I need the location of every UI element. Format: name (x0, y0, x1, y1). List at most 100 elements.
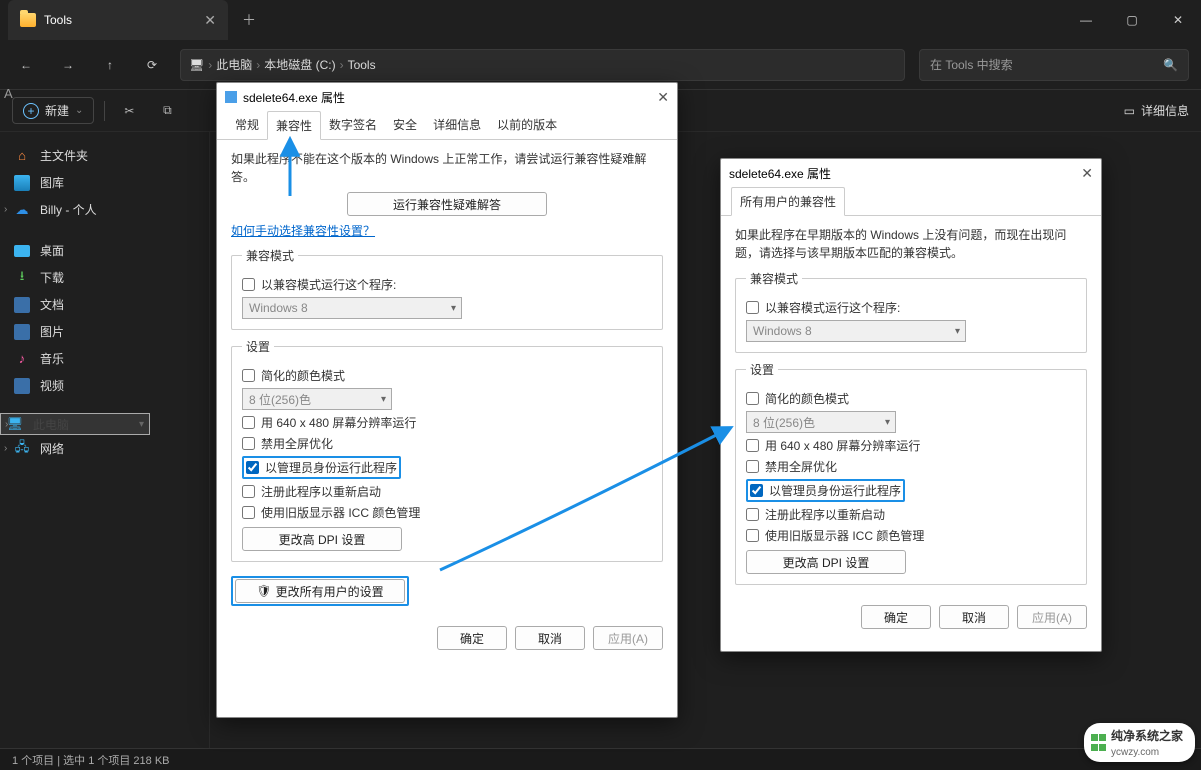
tab-compatibility[interactable]: 兼容性 (267, 111, 321, 140)
music-icon: ♪ (14, 351, 30, 367)
close-icon[interactable]: ✕ (657, 89, 669, 106)
chevron-right-icon[interactable]: › (4, 443, 7, 454)
apply-button[interactable]: 应用(A) (593, 626, 663, 650)
chevron-down-icon: ⌄ (75, 105, 83, 116)
apply-button[interactable]: 应用(A) (1017, 605, 1087, 629)
up-button[interactable]: ↑ (96, 51, 124, 79)
dialog-titlebar[interactable]: sdelete64.exe 属性 ✕ (721, 159, 1101, 187)
folder-icon (20, 13, 36, 27)
chevron-right-icon[interactable]: › (5, 419, 8, 430)
compat-os-select[interactable]: Windows 8 (746, 320, 966, 342)
tab-details[interactable]: 详细信息 (425, 111, 489, 139)
tab-previous-versions[interactable]: 以前的版本 (489, 111, 565, 139)
sidebar-item-thispc[interactable]: ›🖥此电脑 (0, 413, 150, 435)
disable-fullscreen-checkbox[interactable]: 禁用全屏优化 (242, 435, 652, 452)
breadcrumb-drive[interactable]: 本地磁盘 (C:) (264, 56, 335, 73)
breadcrumb-root[interactable]: 此电脑 (216, 56, 252, 73)
new-button[interactable]: + 新建 ⌄ (12, 97, 94, 124)
intro-text: 如果此程序在早期版本的 Windows 上没有问题，而现在出现问题，请选择与该早… (735, 226, 1087, 262)
address-bar[interactable]: 🖥 › 此电脑 › 本地磁盘 (C:) › Tools (180, 49, 905, 81)
maximize-button[interactable]: ▢ (1109, 0, 1155, 40)
run-as-admin-checkbox[interactable]: 以管理员身份运行此程序 (750, 482, 901, 499)
intro-text: 如果此程序不能在这个版本的 Windows 上正常工作，请尝试运行兼容性疑难解答… (231, 150, 663, 186)
high-dpi-button[interactable]: 更改高 DPI 设置 (746, 550, 906, 574)
dialog-titlebar[interactable]: sdelete64.exe 属性 ✕ (217, 83, 677, 111)
sidebar-item-videos[interactable]: 视频 (0, 372, 209, 399)
cancel-button[interactable]: 取消 (515, 626, 585, 650)
sidebar-item-music[interactable]: ♪音乐 (0, 345, 209, 372)
compat-mode-checkbox[interactable]: 以兼容模式运行这个程序: (746, 299, 1076, 316)
compat-os-select[interactable]: Windows 8 (242, 297, 462, 319)
sidebar-item-documents[interactable]: 文档 (0, 291, 209, 318)
picture-icon (14, 324, 30, 340)
legacy-icc-checkbox[interactable]: 使用旧版显示器 ICC 颜色管理 (746, 527, 1076, 544)
properties-dialog: sdelete64.exe 属性 ✕ 常规 兼容性 数字签名 安全 详细信息 以… (216, 82, 678, 718)
chevron-right-icon[interactable]: › (4, 204, 7, 215)
window-tab[interactable]: Tools ✕ (8, 0, 228, 40)
cancel-button[interactable]: 取消 (939, 605, 1009, 629)
register-restart-checkbox[interactable]: 注册此程序以重新启动 (746, 506, 1076, 523)
run-as-admin-checkbox[interactable]: 以管理员身份运行此程序 (246, 459, 397, 476)
status-bar: 1 个项目 | 选中 1 个项目 218 KB (0, 748, 1201, 770)
plus-icon: + (23, 103, 39, 119)
dialog-title: sdelete64.exe 属性 (243, 89, 345, 106)
compat-mode-group: 兼容模式 以兼容模式运行这个程序: Windows 8 (735, 270, 1087, 353)
close-icon[interactable]: ✕ (1081, 165, 1093, 182)
back-button[interactable]: ← (12, 51, 40, 79)
tab-general[interactable]: 常规 (227, 111, 267, 139)
refresh-button[interactable]: ⟳ (138, 51, 166, 79)
close-window-button[interactable]: ✕ (1155, 0, 1201, 40)
breadcrumb-folder[interactable]: Tools (348, 58, 376, 72)
sidebar-item-pictures[interactable]: 图片 (0, 318, 209, 345)
all-users-dialog: sdelete64.exe 属性 ✕ 所有用户的兼容性 如果此程序在早期版本的 … (720, 158, 1102, 652)
sidebar-item-downloads[interactable]: ⭳下载 (0, 264, 209, 291)
reduced-color-checkbox[interactable]: 简化的颜色模式 (242, 367, 652, 384)
all-users-settings-button[interactable]: 🛡 更改所有用户的设置 (235, 579, 405, 603)
lowres-checkbox[interactable]: 用 640 x 480 屏幕分辨率运行 (746, 437, 1076, 454)
reduced-color-checkbox[interactable]: 简化的颜色模式 (746, 390, 1076, 407)
color-depth-select[interactable]: 8 位(256)色 (746, 411, 896, 433)
sidebar-item-network[interactable]: ›🖧网络 (0, 435, 209, 462)
gallery-icon (14, 175, 30, 191)
dialog-title: sdelete64.exe 属性 (729, 165, 831, 182)
color-depth-select[interactable]: 8 位(256)色 (242, 388, 392, 410)
compat-mode-checkbox[interactable]: 以兼容模式运行这个程序: (242, 276, 652, 293)
settings-group: 设置 简化的颜色模式 8 位(256)色 用 640 x 480 屏幕分辨率运行… (231, 338, 663, 562)
details-pane-icon: ▭ (1124, 104, 1135, 118)
monitor-icon: 🖥 (189, 58, 204, 72)
tab-title: Tools (44, 13, 72, 27)
troubleshoot-button[interactable]: 运行兼容性疑难解答 (347, 192, 547, 216)
close-tab-icon[interactable]: ✕ (204, 12, 216, 29)
tab-security[interactable]: 安全 (385, 111, 425, 139)
lowres-checkbox[interactable]: 用 640 x 480 屏幕分辨率运行 (242, 414, 652, 431)
search-input[interactable]: 在 Tools 中搜索 🔍 (919, 49, 1189, 81)
network-icon: 🖧 (14, 441, 30, 457)
watermark-logo-icon (1090, 733, 1105, 752)
sidebar-item-desktop[interactable]: 桌面 (0, 237, 209, 264)
sidebar-item-gallery[interactable]: 图库 (0, 169, 209, 196)
new-tab-button[interactable]: ＋ (242, 10, 256, 30)
watermark-badge: 纯净系统之家 ycwzy.com (1084, 723, 1195, 762)
tab-all-users-compat[interactable]: 所有用户的兼容性 (731, 187, 845, 216)
manual-settings-link[interactable]: 如何手动选择兼容性设置？ (231, 224, 375, 238)
legacy-icc-checkbox[interactable]: 使用旧版显示器 ICC 颜色管理 (242, 504, 652, 521)
copy-button[interactable]: ⧉ (153, 97, 181, 125)
register-restart-checkbox[interactable]: 注册此程序以重新启动 (242, 483, 652, 500)
tab-digital-signatures[interactable]: 数字签名 (321, 111, 385, 139)
tab-strip: 常规 兼容性 数字签名 安全 详细信息 以前的版本 (217, 111, 677, 140)
details-button[interactable]: 详细信息 (1141, 102, 1189, 119)
high-dpi-button[interactable]: 更改高 DPI 设置 (242, 527, 402, 551)
settings-group: 设置 简化的颜色模式 8 位(256)色 用 640 x 480 屏幕分辨率运行… (735, 361, 1087, 585)
disable-fullscreen-checkbox[interactable]: 禁用全屏优化 (746, 458, 1076, 475)
cloud-icon: ☁ (14, 202, 30, 218)
minimize-button[interactable]: — (1063, 0, 1109, 40)
forward-button[interactable]: → (54, 51, 82, 79)
cut-button[interactable]: ✂ (115, 97, 143, 125)
desktop-icon (14, 245, 30, 257)
ok-button[interactable]: 确定 (861, 605, 931, 629)
ok-button[interactable]: 确定 (437, 626, 507, 650)
sidebar-item-home[interactable]: ⌂主文件夹 (0, 142, 209, 169)
search-icon: 🔍 (1163, 58, 1178, 72)
home-icon: ⌂ (14, 148, 30, 164)
sidebar-item-onedrive[interactable]: ›☁Billy - 个人 (0, 196, 209, 223)
